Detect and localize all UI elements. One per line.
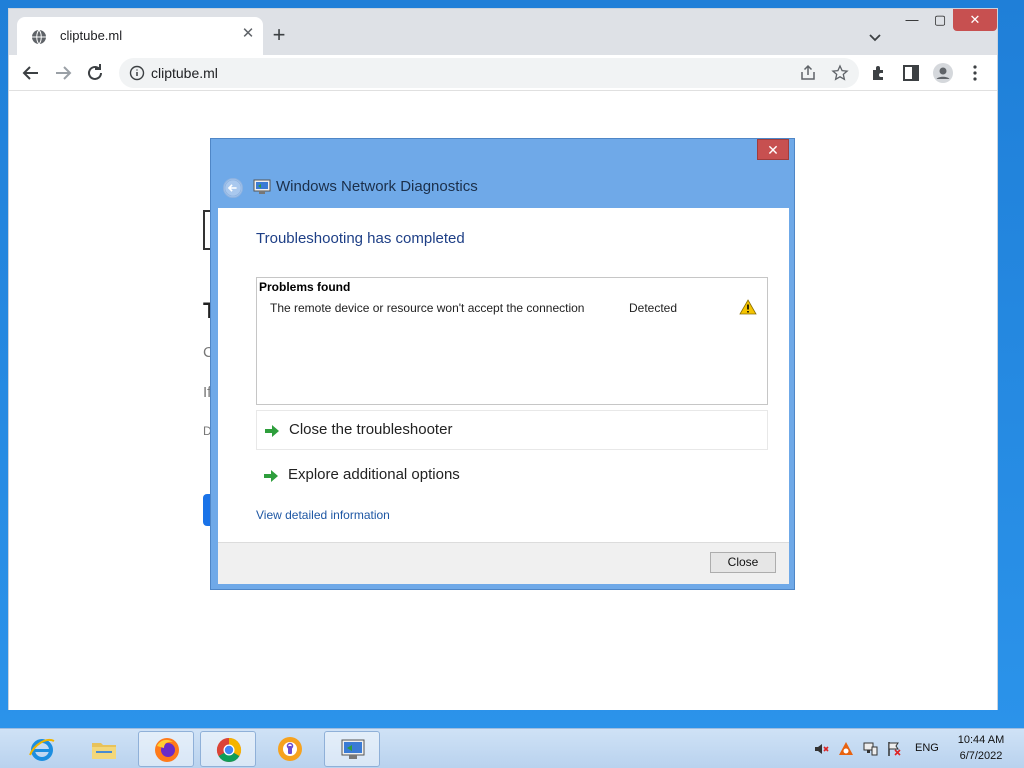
- internet-explorer-icon: [29, 739, 55, 761]
- dialog-title: Windows Network Diagnostics: [276, 178, 478, 195]
- tab-search-chevron-icon[interactable]: [865, 27, 885, 47]
- bookmark-star-icon[interactable]: [831, 64, 849, 82]
- back-arrow-icon[interactable]: [19, 61, 43, 85]
- action-center-alert-icon[interactable]: [886, 741, 902, 757]
- view-detailed-information-link[interactable]: View detailed information: [256, 508, 390, 522]
- clock-date[interactable]: 6/7/2022: [950, 750, 1012, 762]
- speaker-muted-icon[interactable]: [813, 741, 829, 757]
- address-bar[interactable]: cliptube.ml: [119, 58, 859, 88]
- clock-time[interactable]: 10:44 AM: [950, 734, 1012, 746]
- reload-icon[interactable]: [83, 61, 107, 85]
- taskbar-brave[interactable]: [262, 731, 318, 767]
- warning-icon: [739, 299, 757, 315]
- taskbar-internet-explorer[interactable]: [14, 731, 70, 767]
- chrome-icon: [216, 738, 242, 763]
- action-label: Explore additional options: [288, 466, 460, 483]
- tab-title: cliptube.ml: [60, 28, 123, 43]
- network-diagnostics-dialog: ✕ Windows Network Diagnostics Troublesho…: [210, 138, 795, 590]
- browser-toolbar: cliptube.ml: [9, 55, 997, 91]
- network-tray-icon[interactable]: [862, 741, 878, 757]
- input-language-indicator[interactable]: ENG: [915, 742, 939, 754]
- folder-icon: [92, 743, 116, 759]
- dialog-close-icon[interactable]: ✕: [757, 139, 789, 160]
- green-arrow-icon: [264, 470, 278, 482]
- green-arrow-icon: [265, 425, 279, 437]
- profile-avatar-icon[interactable]: [931, 61, 955, 85]
- problem-description: The remote device or resource won't acce…: [270, 301, 585, 315]
- tab-close-icon[interactable]: ✕: [239, 25, 257, 43]
- problems-found-header: Problems found: [259, 280, 351, 294]
- brave-browser-icon: [278, 737, 302, 761]
- side-panel-icon[interactable]: [899, 61, 923, 85]
- minimize-button[interactable]: —: [897, 9, 927, 31]
- kebab-menu-icon[interactable]: [963, 61, 987, 85]
- taskbar-file-explorer[interactable]: [76, 731, 132, 767]
- taskbar-firefox[interactable]: [138, 731, 194, 767]
- forward-arrow-icon[interactable]: [51, 61, 75, 85]
- action-label: Close the troubleshooter: [289, 421, 453, 438]
- dialog-heading: Troubleshooting has completed: [256, 230, 465, 247]
- taskbar: ENG 10:44 AM 6/7/2022: [0, 728, 1024, 768]
- back-button-icon[interactable]: [223, 178, 243, 198]
- maximize-button[interactable]: ▢: [925, 9, 955, 31]
- dialog-footer: Close: [218, 542, 789, 584]
- url-text: cliptube.ml: [151, 65, 218, 81]
- site-info-icon[interactable]: [129, 65, 145, 81]
- extensions-puzzle-icon[interactable]: [867, 61, 891, 85]
- network-diagnostics-icon: [341, 739, 365, 759]
- antivirus-tray-icon[interactable]: [838, 741, 854, 757]
- close-troubleshooter-option[interactable]: Close the troubleshooter: [256, 410, 768, 450]
- tab-cliptube[interactable]: cliptube.ml ✕: [17, 17, 263, 55]
- tab-strip: cliptube.ml ✕ + — ▢ ✕: [9, 9, 997, 55]
- firefox-icon: [155, 738, 179, 762]
- new-tab-button[interactable]: +: [267, 24, 291, 48]
- dialog-body: Troubleshooting has completed Problems f…: [218, 208, 789, 542]
- taskbar-chrome[interactable]: [200, 731, 256, 767]
- network-diagnostics-app-icon: [253, 179, 271, 194]
- globe-icon: [32, 29, 46, 45]
- problems-found-panel: Problems found The remote device or reso…: [256, 277, 768, 405]
- explore-options-option[interactable]: Explore additional options: [256, 456, 768, 496]
- close-button[interactable]: Close: [710, 552, 776, 573]
- share-icon[interactable]: [799, 64, 817, 82]
- problem-status: Detected: [629, 301, 678, 315]
- taskbar-network-diagnostics[interactable]: [324, 731, 380, 767]
- window-close-button[interactable]: ✕: [953, 9, 997, 31]
